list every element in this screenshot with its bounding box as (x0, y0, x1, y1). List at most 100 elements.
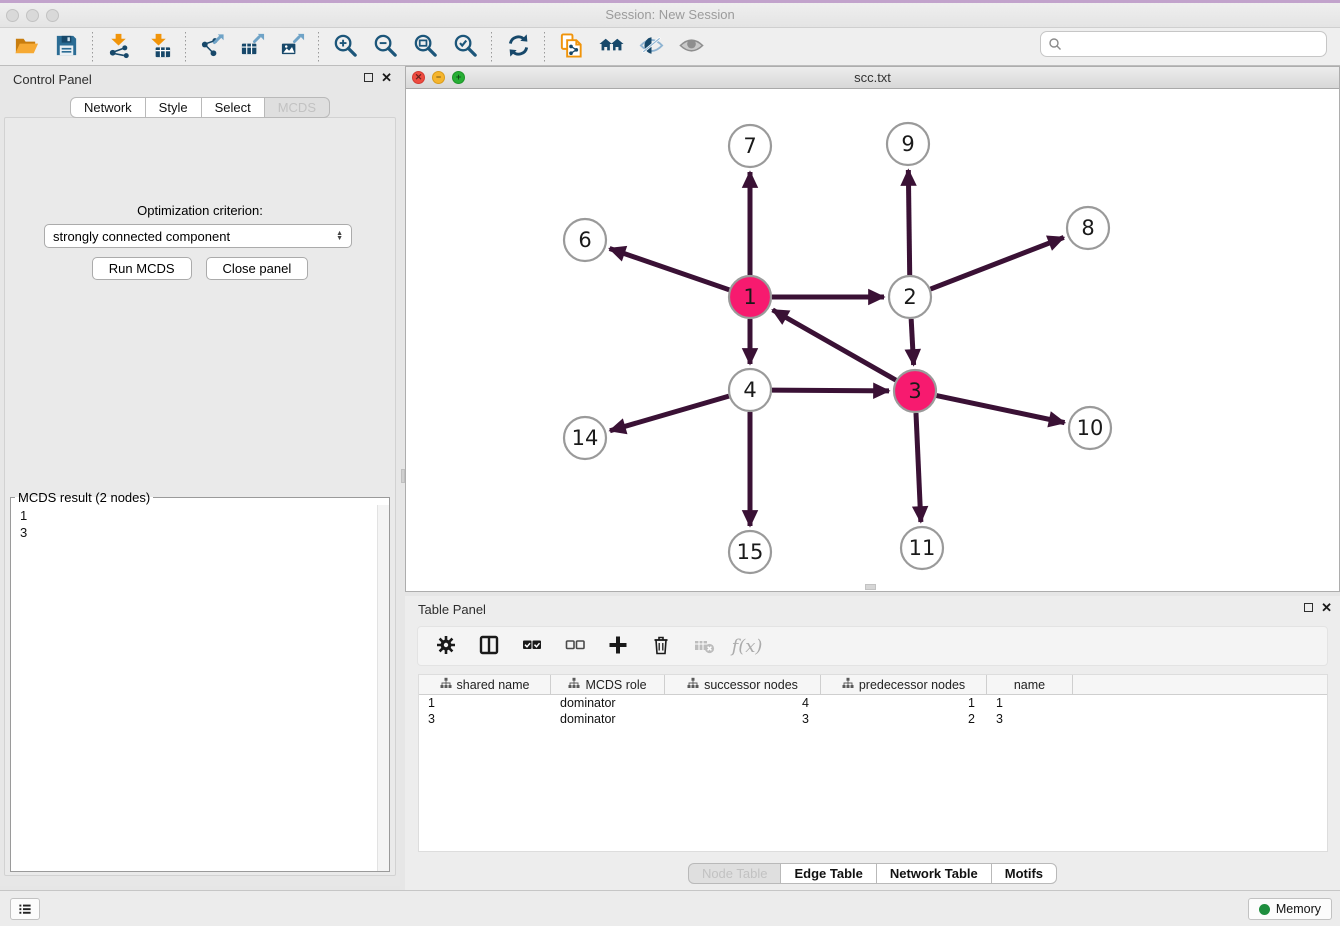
node-label: 9 (901, 132, 914, 156)
tab-network-table[interactable]: Network Table (876, 863, 992, 884)
delete-table-icon (693, 634, 715, 659)
node-6[interactable]: 6 (564, 219, 606, 261)
tab-style[interactable]: Style (145, 97, 202, 118)
refresh-button[interactable] (498, 30, 538, 64)
tab-mcds[interactable]: MCDS (264, 97, 330, 118)
toolbar-separator (491, 32, 492, 62)
import-network-icon (106, 32, 133, 62)
zoom-out-button[interactable] (365, 30, 405, 64)
search-box[interactable] (1040, 31, 1327, 57)
zoom-in-icon (332, 32, 359, 62)
open-session-button[interactable] (6, 30, 46, 64)
node-9[interactable]: 9 (887, 123, 929, 165)
node-15[interactable]: 15 (729, 531, 771, 573)
export-table-icon (239, 32, 266, 62)
hide-details-button[interactable] (631, 30, 671, 64)
tab-motifs[interactable]: Motifs (991, 863, 1057, 884)
tab-node-table[interactable]: Node Table (688, 863, 782, 884)
zoom-selected-button[interactable] (445, 30, 485, 64)
zoom-fit-button[interactable] (405, 30, 445, 64)
node-4[interactable]: 4 (729, 369, 771, 411)
table-row[interactable]: 3dominator323 (419, 711, 1327, 727)
node-1[interactable]: 1 (729, 276, 771, 318)
node-10[interactable]: 10 (1069, 407, 1111, 449)
column-header-predecessor-nodes[interactable]: predecessor nodes (821, 675, 987, 694)
show-details-icon (678, 32, 705, 62)
network-canvas[interactable]: 7 9 6 8 1 2 4 3 14 10 15 11 (406, 89, 1339, 591)
edge-3-1[interactable] (773, 310, 896, 380)
node-8[interactable]: 8 (1067, 207, 1109, 249)
save-session-button[interactable] (46, 30, 86, 64)
export-image-icon (279, 32, 306, 62)
table-settings-button[interactable] (432, 632, 460, 660)
column-header-successor-nodes[interactable]: successor nodes (665, 675, 821, 694)
copy-network-button[interactable] (551, 30, 591, 64)
run-mcds-button[interactable]: Run MCDS (92, 257, 192, 280)
node-7[interactable]: 7 (729, 125, 771, 167)
select-all-button[interactable] (518, 632, 546, 660)
import-network-button[interactable] (99, 30, 139, 64)
import-table-button[interactable] (139, 30, 179, 64)
task-history-button[interactable] (10, 898, 40, 920)
deselect-all-button[interactable] (561, 632, 589, 660)
edge-2-8[interactable] (931, 237, 1064, 289)
edge-2-3[interactable] (911, 319, 913, 365)
add-column-button[interactable] (604, 632, 632, 660)
node-14[interactable]: 14 (564, 417, 606, 459)
node-2[interactable]: 2 (889, 276, 931, 318)
delete-table-button (690, 632, 718, 660)
edge-4-14[interactable] (610, 396, 729, 431)
node-label: 2 (903, 285, 916, 309)
search-icon (1048, 37, 1062, 51)
horizontal-splitter-grip[interactable] (865, 584, 876, 590)
close-panel-button[interactable]: Close panel (206, 257, 309, 280)
column-label: name (1014, 678, 1045, 692)
home-button[interactable] (591, 30, 631, 64)
search-input[interactable] (1066, 34, 1326, 54)
edge-3-10[interactable] (937, 396, 1065, 423)
vertical-splitter-grip[interactable] (401, 469, 405, 483)
table-row[interactable]: 1dominator411 (419, 695, 1327, 711)
result-scrollbar[interactable] (377, 505, 389, 871)
close-table-panel-icon[interactable]: ✕ (1321, 602, 1332, 613)
memory-button[interactable]: Memory (1248, 898, 1332, 920)
export-image-button[interactable] (272, 30, 312, 64)
mcds-result-title: MCDS result (2 nodes) (15, 490, 153, 505)
select-all-icon (521, 634, 543, 659)
show-details-button[interactable] (671, 30, 711, 64)
tab-edge-table[interactable]: Edge Table (780, 863, 876, 884)
optimization-criterion-select[interactable]: strongly connected component ▲▼ (44, 224, 352, 248)
show-columns-button[interactable] (475, 632, 503, 660)
column-header-name[interactable]: name (987, 675, 1073, 694)
export-network-button[interactable] (192, 30, 232, 64)
mcds-result-list[interactable]: 13 (12, 507, 376, 870)
edge-2-9[interactable] (908, 170, 909, 275)
close-panel-icon[interactable]: ✕ (381, 72, 392, 83)
column-header-MCDS-role[interactable]: MCDS role (551, 675, 665, 694)
zoom-in-button[interactable] (325, 30, 365, 64)
node-11[interactable]: 11 (901, 527, 943, 569)
float-table-panel-icon[interactable] (1304, 603, 1313, 612)
export-table-button[interactable] (232, 30, 272, 64)
delete-column-button[interactable] (647, 632, 675, 660)
table-panel-title: Table Panel (418, 602, 486, 617)
edge-3-11[interactable] (916, 413, 921, 522)
node-3[interactable]: 3 (894, 370, 936, 412)
open-session-icon (13, 32, 40, 62)
list-icon (16, 901, 34, 917)
control-panel-header: Control Panel ✕ (0, 66, 400, 92)
edge-1-6[interactable] (610, 248, 730, 289)
network-view-window: ✕ − + scc.txt 7 9 6 8 1 2 4 3 14 10 15 11 (405, 66, 1340, 592)
edge-4-3[interactable] (772, 390, 889, 391)
column-header-shared-name[interactable]: shared name (419, 675, 551, 694)
table-panel: Table Panel ✕ f(x) shared nameMCDS roles… (405, 596, 1340, 890)
tab-select[interactable]: Select (201, 97, 265, 118)
delete-column-icon (650, 634, 672, 659)
float-panel-icon[interactable] (364, 73, 373, 82)
mcds-result-box: MCDS result (2 nodes) 13 (10, 490, 390, 872)
network-window-titlebar[interactable]: ✕ − + scc.txt (406, 67, 1339, 89)
save-session-icon (53, 32, 80, 62)
main-toolbar (0, 28, 1340, 66)
zoom-selected-icon (452, 32, 479, 62)
tab-network[interactable]: Network (70, 97, 146, 118)
